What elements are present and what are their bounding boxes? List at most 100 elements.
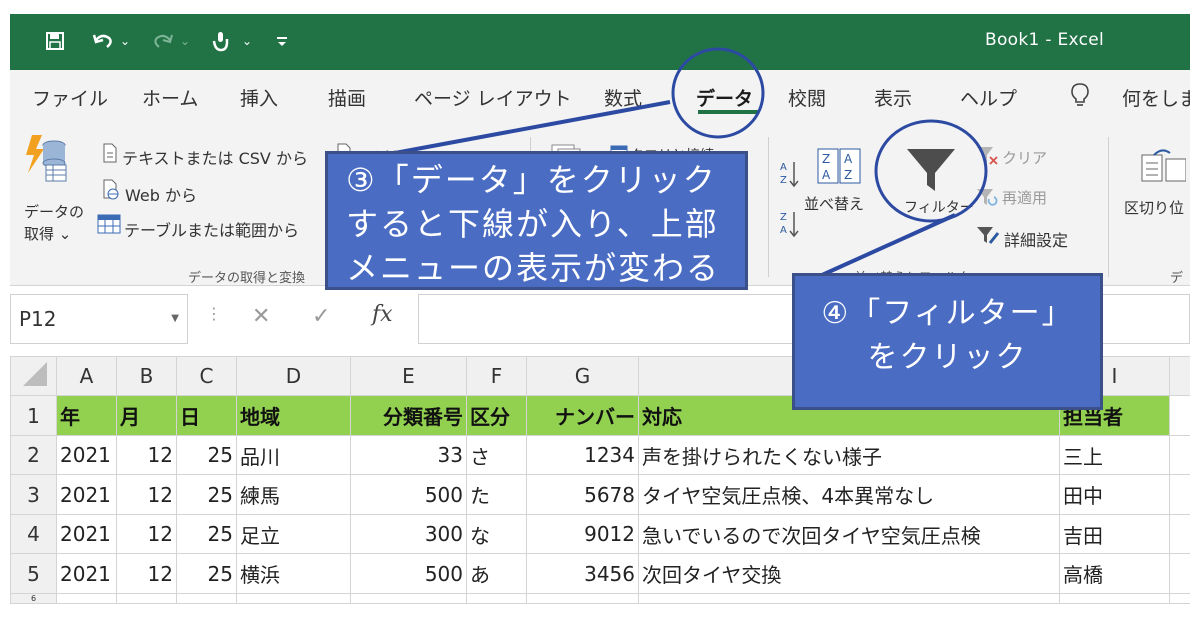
row-header[interactable]: 6 xyxy=(10,592,57,604)
row-header[interactable]: 2 xyxy=(10,434,57,476)
lightbulb-icon[interactable] xyxy=(1070,82,1090,113)
cell[interactable]: 12 xyxy=(116,434,177,476)
touch-mode-icon[interactable] xyxy=(208,28,234,54)
cell[interactable]: 吉田 xyxy=(1059,513,1170,555)
cell[interactable]: 横浜 xyxy=(236,553,351,594)
cancel-icon[interactable]: ✕ xyxy=(252,304,270,329)
column-header[interactable]: D xyxy=(236,355,351,397)
advanced-button[interactable]: 詳細設定 xyxy=(1004,227,1068,251)
reapply-icon[interactable] xyxy=(976,187,998,211)
customize-icon[interactable] xyxy=(274,28,290,54)
cell[interactable]: 1234 xyxy=(526,434,639,476)
cell[interactable]: な xyxy=(466,513,527,555)
insert-function-icon[interactable]: fx xyxy=(372,302,393,327)
sort-za-icon[interactable]: ZA xyxy=(780,209,800,243)
cell[interactable]: 声を掛けられたくない様子 xyxy=(638,434,1060,476)
cell[interactable]: 月 xyxy=(116,395,177,436)
cell[interactable] xyxy=(176,592,237,604)
column-header[interactable] xyxy=(1169,355,1190,397)
get-data-icon[interactable] xyxy=(24,133,68,193)
enter-icon[interactable]: ✓ xyxy=(312,304,330,329)
cell[interactable]: 品川 xyxy=(236,434,351,476)
tab-formulas[interactable]: 数式 xyxy=(604,84,642,111)
sort-az-icon[interactable]: AZ xyxy=(780,159,800,193)
cell[interactable]: 年 xyxy=(56,395,117,436)
cell[interactable] xyxy=(1169,592,1190,604)
cell[interactable] xyxy=(116,592,177,604)
cell[interactable]: 500 xyxy=(350,553,467,594)
cell[interactable]: 2021 xyxy=(56,474,117,515)
cell[interactable]: 地域 xyxy=(236,395,351,436)
cell[interactable] xyxy=(350,592,467,604)
cell[interactable] xyxy=(1169,474,1190,515)
column-header[interactable]: B xyxy=(116,355,177,397)
cell[interactable]: 足立 xyxy=(236,513,351,555)
cell[interactable]: 急いでいるので次回タイヤ空気圧点検 xyxy=(638,513,1060,555)
text-to-columns-icon[interactable] xyxy=(1140,147,1187,187)
cell[interactable]: 田中 xyxy=(1059,474,1170,515)
column-header[interactable]: E xyxy=(350,355,467,397)
redo-icon[interactable] xyxy=(150,28,176,54)
cell[interactable] xyxy=(1169,553,1190,594)
cell[interactable]: ナンバー xyxy=(526,395,639,436)
advanced-filter-icon[interactable] xyxy=(976,225,1000,251)
cell[interactable] xyxy=(466,592,527,604)
tab-page-layout[interactable]: ページ レイアウト xyxy=(414,84,572,111)
tab-review[interactable]: 校閲 xyxy=(788,84,826,111)
undo-dropdown-icon[interactable]: ⌄ xyxy=(118,28,132,54)
name-box[interactable]: P12 ▼ xyxy=(10,294,188,344)
cell[interactable]: タイヤ空気圧点検、4本異常なし xyxy=(638,474,1060,515)
cell[interactable] xyxy=(56,592,117,604)
cell[interactable]: 25 xyxy=(176,513,237,555)
row-header[interactable]: 5 xyxy=(10,553,57,594)
row-header[interactable]: 4 xyxy=(10,513,57,555)
cell[interactable] xyxy=(638,592,1060,604)
cell[interactable]: 33 xyxy=(350,434,467,476)
column-header[interactable]: A xyxy=(56,355,117,397)
cell[interactable]: 12 xyxy=(116,474,177,515)
select-all-corner[interactable] xyxy=(10,355,57,397)
tab-draw[interactable]: 描画 xyxy=(328,84,366,111)
tell-me-search[interactable]: 何をしま xyxy=(1122,84,1190,111)
cell[interactable] xyxy=(526,592,639,604)
tab-view[interactable]: 表示 xyxy=(874,84,912,111)
get-data-label-1[interactable]: データの xyxy=(24,201,84,222)
cell[interactable]: 練馬 xyxy=(236,474,351,515)
cell[interactable]: 分類番号 xyxy=(350,395,467,436)
cell[interactable]: 区分 xyxy=(466,395,527,436)
cell[interactable] xyxy=(236,592,351,604)
tab-help[interactable]: ヘルプ xyxy=(960,84,1017,111)
cell[interactable]: 日 xyxy=(176,395,237,436)
cell[interactable]: 2021 xyxy=(56,513,117,555)
save-icon[interactable] xyxy=(42,28,68,54)
cell[interactable] xyxy=(1169,434,1190,476)
clear-filter-icon[interactable] xyxy=(976,145,998,169)
undo-icon[interactable] xyxy=(90,28,116,54)
cell[interactable]: 高橋 xyxy=(1059,553,1170,594)
touch-dropdown-icon[interactable]: ⌄ xyxy=(240,28,254,54)
cell[interactable]: 500 xyxy=(350,474,467,515)
chevron-down-icon[interactable]: ▼ xyxy=(171,313,179,324)
column-header[interactable]: C xyxy=(176,355,237,397)
cell[interactable] xyxy=(1169,395,1190,436)
row-header[interactable]: 3 xyxy=(10,474,57,515)
cell[interactable]: 5678 xyxy=(526,474,639,515)
from-web-button[interactable]: Web から xyxy=(125,182,197,206)
cell[interactable]: 12 xyxy=(116,553,177,594)
cell[interactable]: た xyxy=(466,474,527,515)
cell[interactable]: あ xyxy=(466,553,527,594)
cell[interactable]: 三上 xyxy=(1059,434,1170,476)
sort-button[interactable]: 並べ替え xyxy=(804,193,864,214)
cell[interactable]: 25 xyxy=(176,474,237,515)
sort-dialog-icon[interactable]: ZAAZ xyxy=(816,147,862,189)
redo-dropdown-icon[interactable]: ⌄ xyxy=(178,28,192,54)
cell[interactable] xyxy=(1169,513,1190,555)
get-data-label-2[interactable]: 取得 ⌄ xyxy=(24,223,71,244)
cell[interactable]: 12 xyxy=(116,513,177,555)
cell[interactable]: さ xyxy=(466,434,527,476)
cell[interactable]: 次回タイヤ交換 xyxy=(638,553,1060,594)
cell[interactable]: 2021 xyxy=(56,553,117,594)
filter-icon[interactable] xyxy=(903,145,959,199)
clear-button[interactable]: クリア xyxy=(1002,147,1047,168)
cell[interactable]: 25 xyxy=(176,553,237,594)
